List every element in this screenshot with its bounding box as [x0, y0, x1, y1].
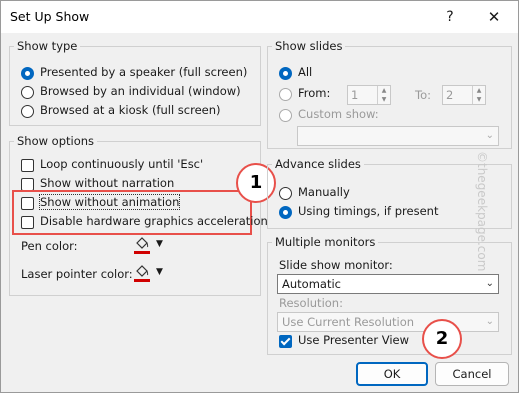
from-slide-value: 1: [351, 88, 359, 102]
radio-manually[interactable]: [279, 187, 292, 200]
to-slide-spinner[interactable]: 2 ▲ ▼: [442, 85, 486, 105]
radio-browsed-kiosk[interactable]: [21, 105, 34, 118]
radio-presented-by-speaker[interactable]: [21, 67, 34, 80]
resolution-label: Resolution:: [279, 296, 343, 310]
show-without-animation-label[interactable]: Show without animation: [38, 194, 181, 210]
advance-slides-legend: Advance slides: [275, 157, 361, 171]
resolution-value: Use Current Resolution: [282, 315, 415, 329]
show-without-narration-label[interactable]: Show without narration: [40, 176, 174, 190]
slide-show-monitor-select[interactable]: Automatic ⌄: [277, 274, 499, 294]
radio-all-label[interactable]: All: [298, 65, 312, 79]
chevron-down-icon: ⌄: [485, 278, 494, 289]
pen-color-swatch: [134, 251, 150, 254]
laser-pointer-color-label: Laser pointer color:: [21, 267, 133, 281]
paint-bucket-icon: [136, 237, 149, 249]
loop-continuously-label[interactable]: Loop continuously until 'Esc': [40, 157, 203, 171]
ok-button[interactable]: OK: [356, 362, 428, 386]
spinner-arrows-icon[interactable]: ▲ ▼: [472, 86, 485, 104]
multiple-monitors-legend: Multiple monitors: [275, 235, 376, 249]
slide-show-monitor-label: Slide show monitor:: [279, 258, 393, 272]
use-presenter-view-label[interactable]: Use Presenter View: [298, 333, 409, 347]
laser-color-swatch: [134, 279, 150, 282]
radio-presented-label[interactable]: Presented by a speaker (full screen): [40, 65, 247, 79]
cancel-button[interactable]: Cancel: [435, 362, 509, 386]
loop-continuously-checkbox[interactable]: [21, 159, 34, 172]
help-button[interactable]: ?: [435, 5, 465, 29]
monitor-value: Automatic: [282, 277, 341, 291]
title-bar: Set Up Show ? ✕: [1, 1, 518, 33]
to-slide-value: 2: [446, 88, 454, 102]
set-up-show-dialog: Set Up Show ? ✕ Show type Presented by a…: [0, 0, 519, 393]
show-without-animation-checkbox[interactable]: [21, 197, 34, 210]
to-label: To:: [415, 88, 431, 102]
radio-all-slides[interactable]: [279, 67, 292, 80]
radio-from-slides[interactable]: [279, 88, 292, 101]
use-presenter-view-checkbox[interactable]: [279, 335, 292, 348]
pen-color-label: Pen color:: [21, 239, 78, 253]
chevron-down-icon: ▼: [156, 239, 163, 249]
radio-using-timings[interactable]: [279, 206, 292, 219]
radio-browsed-kiosk-label[interactable]: Browsed at a kiosk (full screen): [40, 103, 221, 117]
custom-show-label[interactable]: Custom show:: [298, 107, 379, 121]
disable-hw-acceleration-label[interactable]: Disable hardware graphics acceleration: [40, 214, 268, 228]
laser-pointer-color-button[interactable]: ▼: [129, 263, 171, 285]
disable-hw-acceleration-checkbox[interactable]: [21, 216, 34, 229]
step-badge-2: 2: [422, 319, 462, 359]
radio-browsed-individual-label[interactable]: Browsed by an individual (window): [40, 84, 241, 98]
spinner-arrows-icon[interactable]: ▲ ▼: [377, 86, 390, 104]
radio-using-timings-label[interactable]: Using timings, if present: [298, 204, 438, 218]
chevron-down-icon: ⌄: [485, 316, 494, 327]
chevron-down-icon: ⌄: [485, 130, 494, 141]
custom-show-select[interactable]: ⌄: [297, 126, 499, 146]
radio-browsed-individual[interactable]: [21, 86, 34, 99]
radio-custom-show[interactable]: [279, 109, 292, 122]
show-type-legend: Show type: [17, 39, 78, 53]
radio-from-label[interactable]: From:: [298, 86, 330, 100]
resolution-select[interactable]: Use Current Resolution ⌄: [277, 312, 499, 332]
paint-bucket-icon: [136, 265, 149, 277]
chevron-down-icon: ▼: [156, 267, 163, 277]
show-options-legend: Show options: [17, 134, 95, 148]
show-slides-legend: Show slides: [275, 39, 343, 53]
dialog-title: Set Up Show: [10, 9, 90, 24]
watermark: ©thegeekpage.com: [475, 151, 489, 272]
radio-manually-label[interactable]: Manually: [298, 185, 350, 199]
pen-color-button[interactable]: ▼: [129, 235, 171, 257]
close-button[interactable]: ✕: [479, 5, 509, 29]
from-slide-spinner[interactable]: 1 ▲ ▼: [347, 85, 391, 105]
